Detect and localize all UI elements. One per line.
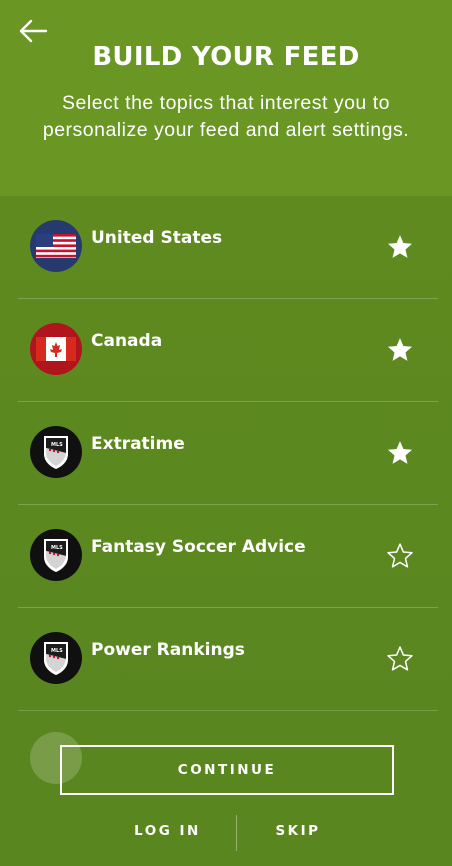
mls-logo-icon: MLS [30,529,82,581]
skip-button[interactable]: SKIP [262,823,334,839]
mls-logo-icon: MLS [30,632,82,684]
canada-flag-icon [30,323,82,375]
us-flag-icon [30,220,82,272]
star-outline-icon[interactable] [386,542,414,570]
star-filled-icon[interactable] [386,336,414,364]
star-filled-icon[interactable] [386,233,414,261]
topic-label: Power Rankings [91,640,245,660]
topic-label: United States [91,228,223,248]
topic-row-fantasy-soccer-advice[interactable]: MLS Fantasy Soccer Advice [18,505,438,608]
svg-text:MLS: MLS [51,545,63,551]
page-title: BUILD YOUR FEED [92,42,360,72]
topic-list: United States Canada MLS Extratime MLS F… [0,196,452,756]
topic-label: Fantasy Soccer Advice [91,537,306,557]
arrow-left-icon [19,19,48,43]
footer-divider [236,815,237,851]
star-filled-icon[interactable] [386,439,414,467]
topic-row-power-rankings[interactable]: MLS Power Rankings [18,608,438,711]
topic-row-united-states[interactable]: United States [18,196,438,299]
continue-button[interactable]: CONTINUE [60,745,394,795]
login-button[interactable]: LOG IN [120,823,215,839]
svg-text:MLS: MLS [51,648,63,654]
header: BUILD YOUR FEED Select the topics that i… [0,0,452,196]
topic-label: Canada [91,331,163,351]
star-outline-icon[interactable] [386,645,414,673]
topic-row-extratime[interactable]: MLS Extratime [18,402,438,505]
topic-row-canada[interactable]: Canada [18,299,438,402]
svg-text:MLS: MLS [51,442,63,448]
page-subtitle: Select the topics that interest you to p… [42,92,410,141]
mls-logo-icon: MLS [30,426,82,478]
topic-label: Extratime [91,434,185,454]
